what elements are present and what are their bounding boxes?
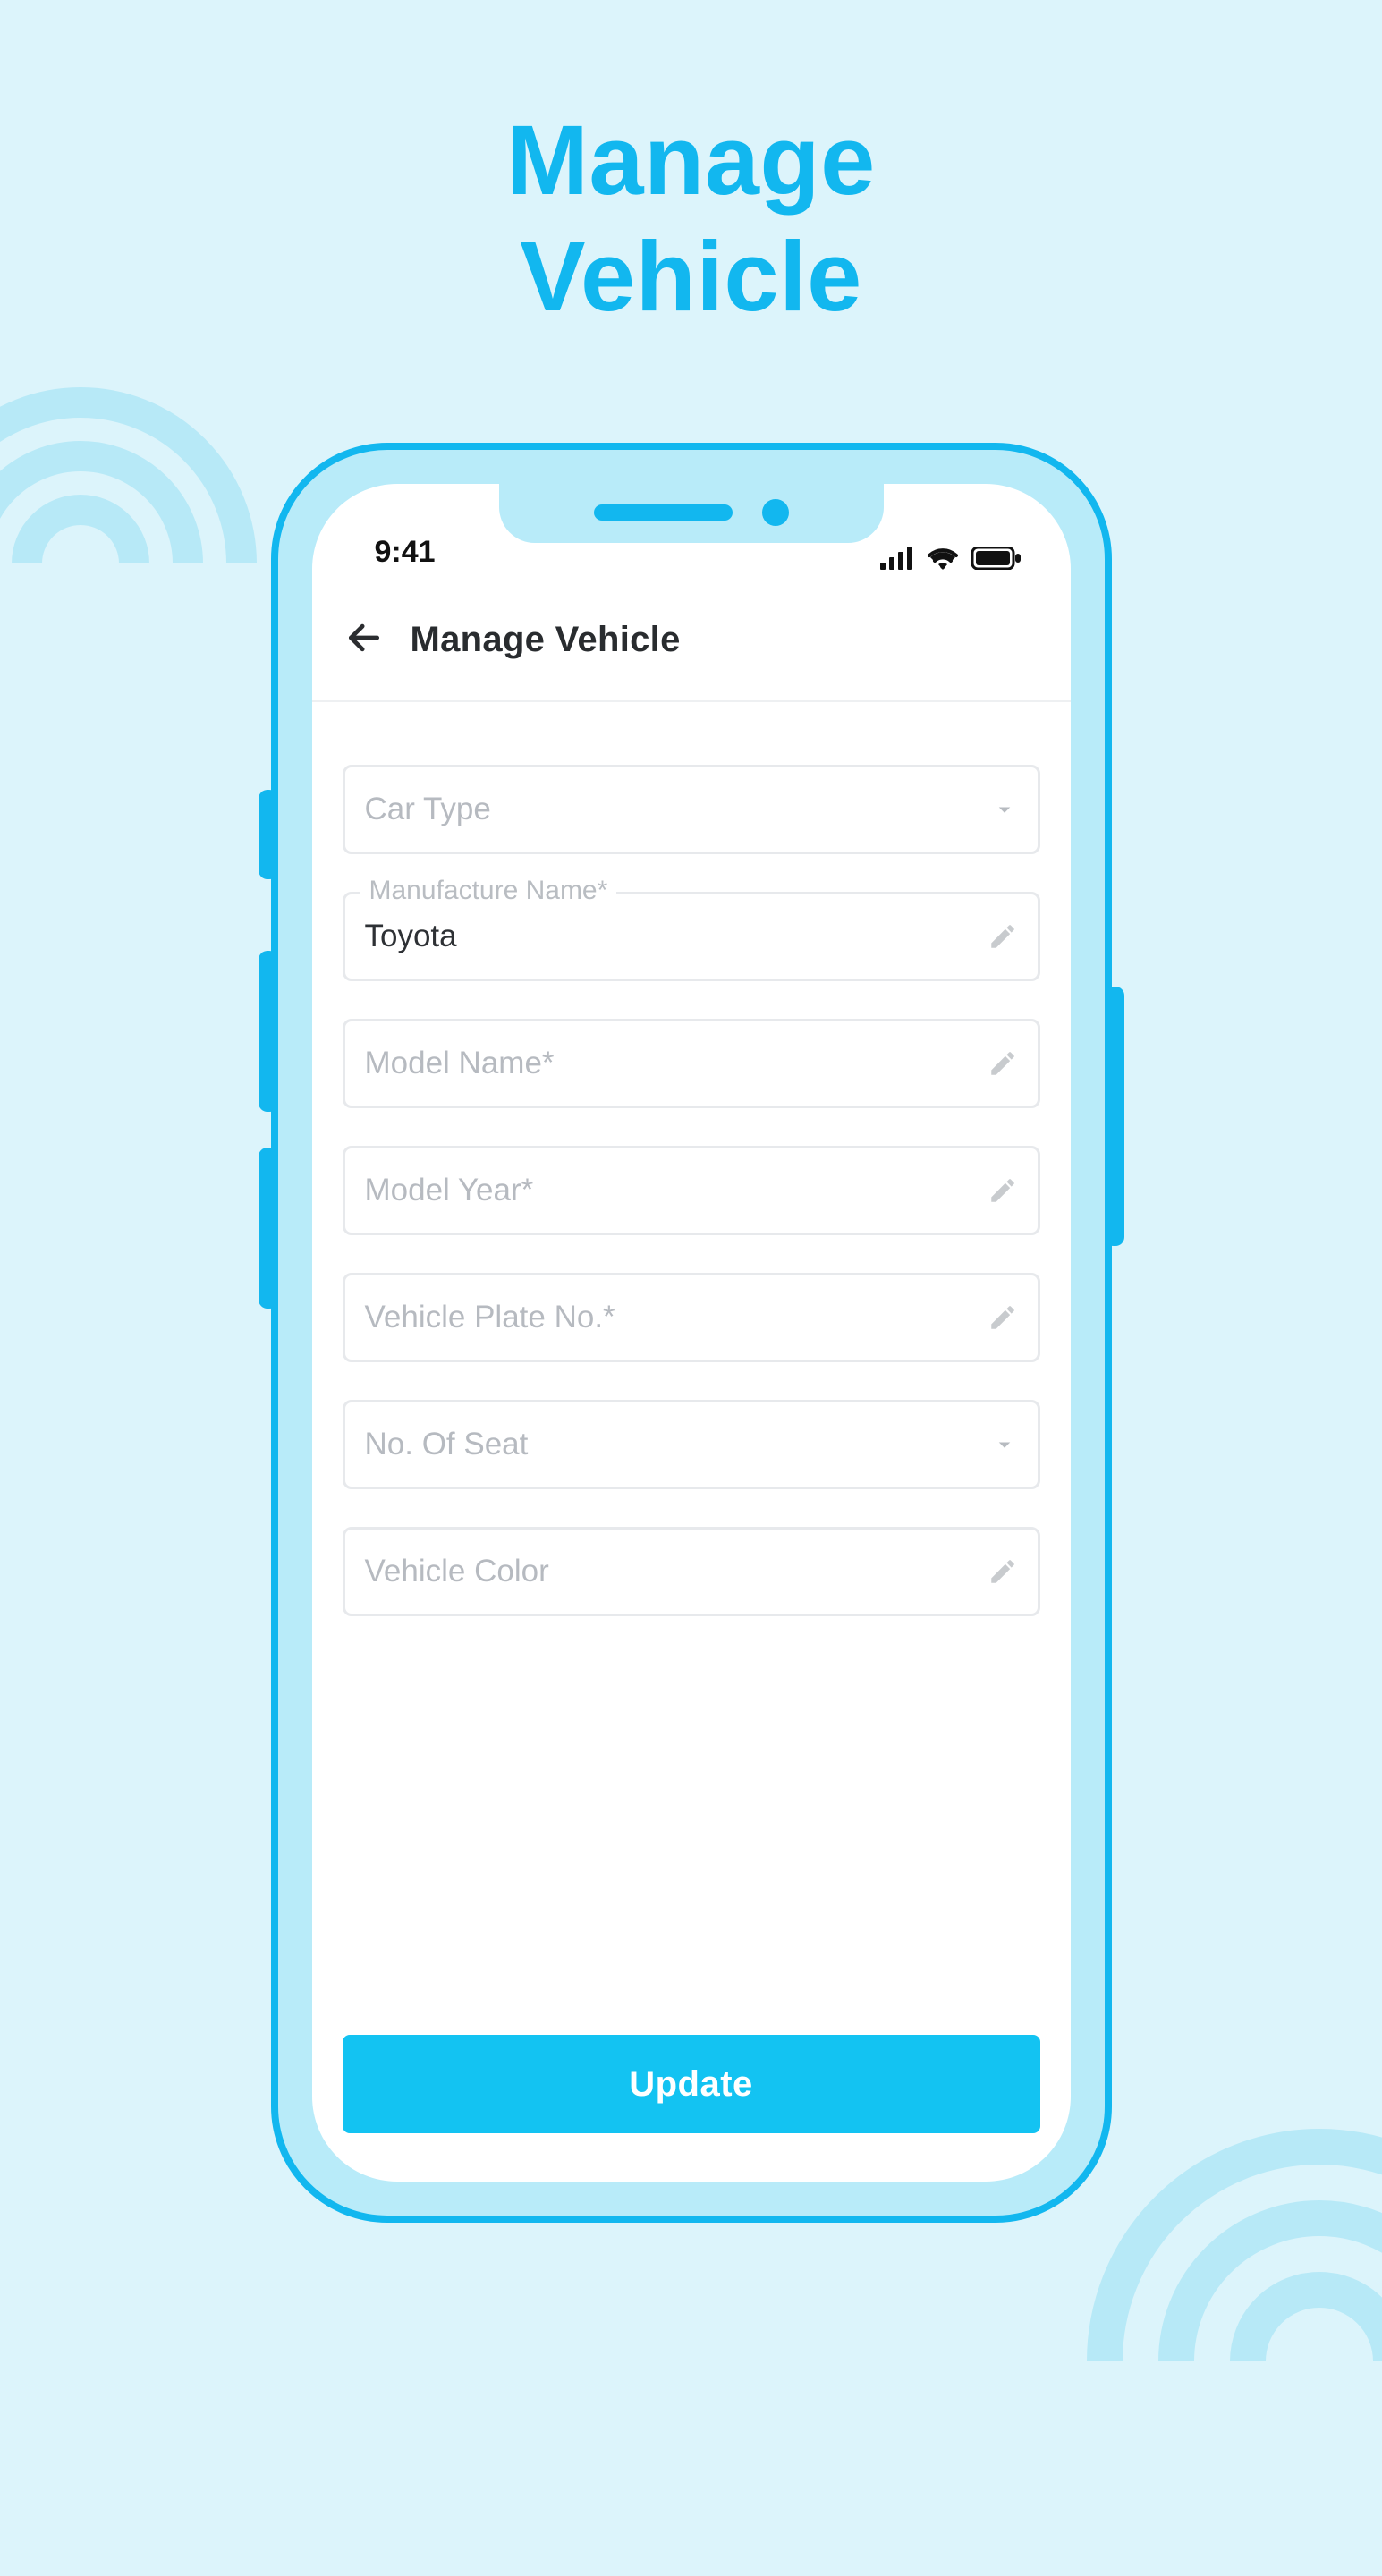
phone-volume-up: [259, 951, 278, 1112]
pencil-icon: [988, 1175, 1018, 1206]
page-title-line-2: Vehicle: [0, 219, 1382, 335]
update-button[interactable]: Update: [343, 2035, 1040, 2133]
model-year-placeholder: Model Year*: [365, 1173, 988, 1208]
phone-power-button: [1105, 987, 1124, 1246]
back-button[interactable]: [343, 618, 386, 661]
car-type-placeholder: Car Type: [365, 792, 991, 827]
battery-full-icon: [971, 547, 1022, 570]
phone-mockup: 9:41: [271, 443, 1112, 2223]
plate-number-placeholder: Vehicle Plate No.*: [365, 1300, 988, 1335]
chevron-down-icon: [991, 1431, 1018, 1458]
plate-number-input[interactable]: Vehicle Plate No.*: [343, 1273, 1040, 1362]
manufacturer-value: Toyota: [365, 919, 988, 954]
manufacturer-label: Manufacture Name*: [360, 876, 617, 906]
pencil-icon: [988, 921, 1018, 952]
phone-volume-down: [259, 1148, 278, 1309]
seat-count-select[interactable]: No. Of Seat: [343, 1400, 1040, 1489]
app-header: Manage Vehicle: [312, 582, 1071, 702]
car-type-select[interactable]: Car Type: [343, 765, 1040, 854]
marketing-page-title: Manage Vehicle: [0, 103, 1382, 335]
model-year-input[interactable]: Model Year*: [343, 1146, 1040, 1235]
vehicle-form: Car Type Manufacture Name* Toyota: [312, 702, 1071, 2035]
pencil-icon: [988, 1556, 1018, 1587]
page-title-line-1: Manage: [0, 103, 1382, 219]
phone-side-button: [259, 790, 278, 879]
vehicle-color-placeholder: Vehicle Color: [365, 1554, 988, 1589]
wifi-icon: [927, 547, 959, 570]
decorative-arcs-top: [0, 376, 268, 751]
pencil-icon: [988, 1048, 1018, 1079]
arrow-left-icon: [344, 618, 384, 662]
model-name-placeholder: Model Name*: [365, 1046, 988, 1081]
vehicle-color-input[interactable]: Vehicle Color: [343, 1527, 1040, 1616]
status-bar: 9:41: [312, 484, 1071, 582]
screen-title: Manage Vehicle: [411, 620, 681, 660]
cellular-signal-icon: [880, 547, 914, 570]
decorative-arcs-bottom: [1069, 2111, 1382, 2576]
status-time: 9:41: [375, 535, 436, 570]
model-name-input[interactable]: Model Name*: [343, 1019, 1040, 1108]
seat-count-placeholder: No. Of Seat: [365, 1427, 991, 1462]
pencil-icon: [988, 1302, 1018, 1333]
chevron-down-icon: [991, 796, 1018, 823]
